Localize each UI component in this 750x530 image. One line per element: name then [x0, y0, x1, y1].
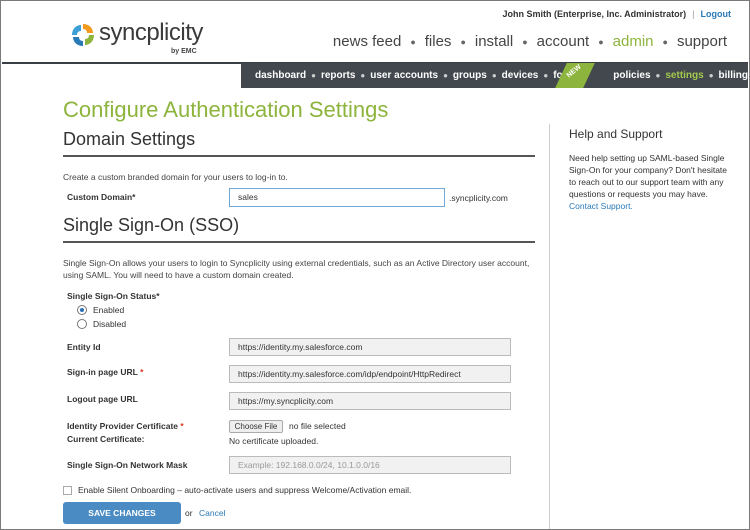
sso-status-label: Single Sign-On Status* — [67, 291, 160, 301]
page-title: Configure Authentication Settings — [63, 97, 389, 122]
certificate-label: Identity Provider Certificate * — [67, 421, 184, 431]
nav-separator: ● — [522, 36, 528, 47]
logo-text: syncplicity — [99, 19, 203, 46]
choose-file-button[interactable]: Choose File — [229, 420, 283, 433]
silent-onboarding-label: Enable Silent Onboarding – auto-activate… — [78, 485, 412, 495]
help-support-text: Need help setting up SAML-based Single S… — [569, 152, 734, 212]
sso-enabled-label: Enabled — [93, 305, 125, 315]
network-mask-label: Single Sign-On Network Mask — [67, 460, 188, 470]
sso-disabled-label: Disabled — [93, 319, 127, 329]
subnav-separator: ● — [655, 71, 661, 80]
nav-files[interactable]: files — [425, 33, 452, 50]
domain-suffix: .syncplicity.com — [449, 193, 508, 203]
domain-description: Create a custom branded domain for your … — [63, 172, 288, 182]
help-support-heading: Help and Support — [569, 127, 663, 141]
custom-domain-label: Custom Domain* — [67, 192, 136, 202]
logo-subtitle: by EMC — [171, 48, 197, 55]
admin-subnav: dashboard ● reports ● user accounts ● gr… — [241, 63, 748, 88]
subnav-separator: ● — [360, 71, 366, 80]
nav-support[interactable]: support — [677, 33, 727, 50]
subnav-separator: ● — [491, 71, 497, 80]
section-divider — [63, 241, 535, 243]
nav-separator: ● — [598, 36, 604, 47]
nav-account[interactable]: account — [537, 33, 590, 50]
subnav-separator: ● — [311, 71, 316, 80]
silent-onboarding-option[interactable]: Enable Silent Onboarding – auto-activate… — [63, 485, 411, 495]
section-divider — [63, 155, 535, 157]
current-certificate-label: Current Certificate: — [67, 434, 145, 444]
nav-news-feed[interactable]: news feed — [333, 33, 401, 50]
user-line: John Smith (Enterprise, Inc. Administrat… — [502, 9, 731, 19]
subnav-billing[interactable]: billing — [719, 70, 748, 81]
certificate-label-text: Identity Provider Certificate — [67, 421, 179, 431]
signin-url-input[interactable]: https://identity.my.salesforce.com/idp/e… — [229, 365, 511, 383]
nav-install[interactable]: install — [475, 33, 513, 50]
subnav-separator: ● — [443, 71, 448, 80]
subnav-reports[interactable]: reports — [321, 70, 355, 81]
browser-frame: syncplicity by EMC John Smith (Enterpris… — [0, 0, 750, 530]
nav-separator: ● — [460, 36, 466, 47]
main-nav: news feed ● files ● install ● account ● … — [333, 33, 727, 50]
subnav-separator: ● — [543, 71, 549, 80]
subnav-settings[interactable]: settings — [665, 70, 703, 81]
sso-enabled-radio[interactable] — [77, 305, 87, 315]
nav-separator: ● — [662, 36, 668, 47]
sidebar-divider — [549, 124, 550, 529]
subnav-devices[interactable]: devices — [502, 70, 539, 81]
silent-onboarding-checkbox[interactable] — [63, 485, 72, 495]
current-certificate-value: No certificate uploaded. — [229, 436, 319, 446]
or-text: or — [185, 508, 193, 518]
no-file-text: no file selected — [289, 421, 346, 431]
sso-heading: Single Sign-On (SSO) — [63, 215, 240, 235]
subnav-groups[interactable]: groups — [453, 70, 487, 81]
logo-mark-icon — [72, 24, 94, 46]
network-mask-input[interactable]: Example: 192.168.0.0/24, 10.1.0.0/16 — [229, 456, 511, 474]
subnav-dashboard[interactable]: dashboard — [255, 70, 306, 81]
signin-url-label: Sign-in page URL * — [67, 367, 143, 377]
sso-disabled-option[interactable]: Disabled — [77, 319, 126, 329]
domain-settings-heading: Domain Settings — [63, 129, 196, 149]
signin-url-text: Sign-in page URL — [67, 367, 138, 377]
custom-domain-input[interactable]: sales — [229, 188, 445, 207]
subnav-policies[interactable]: policies — [613, 70, 650, 81]
help-support-body: Need help setting up SAML-based Single S… — [569, 153, 728, 199]
contact-support-link[interactable]: Contact Support. — [569, 201, 633, 211]
entity-id-label: Entity Id — [67, 342, 101, 352]
required-marker: * — [140, 367, 144, 377]
logout-url-input[interactable]: https://my.syncplicity.com — [229, 392, 511, 410]
logout-link[interactable]: Logout — [701, 9, 732, 19]
required-marker: * — [180, 421, 184, 431]
save-changes-button[interactable]: SAVE CHANGES — [63, 502, 181, 524]
subnav-user-accounts[interactable]: user accounts — [370, 70, 438, 81]
divider: | — [692, 9, 695, 19]
subnav-separator: ● — [708, 71, 714, 80]
entity-id-input[interactable]: https://identity.my.salesforce.com — [229, 338, 511, 356]
user-name: John Smith (Enterprise, Inc. Administrat… — [502, 9, 687, 19]
syncplicity-logo[interactable]: syncplicity by EMC — [69, 19, 209, 63]
logout-url-label: Logout page URL — [67, 394, 138, 404]
cancel-link[interactable]: Cancel — [199, 508, 225, 518]
sso-enabled-option[interactable]: Enabled — [77, 305, 124, 315]
sso-disabled-radio[interactable] — [77, 319, 87, 329]
nav-admin[interactable]: admin — [613, 33, 654, 50]
nav-separator: ● — [410, 36, 416, 47]
sso-description: Single Sign-On allows your users to logi… — [63, 258, 530, 280]
